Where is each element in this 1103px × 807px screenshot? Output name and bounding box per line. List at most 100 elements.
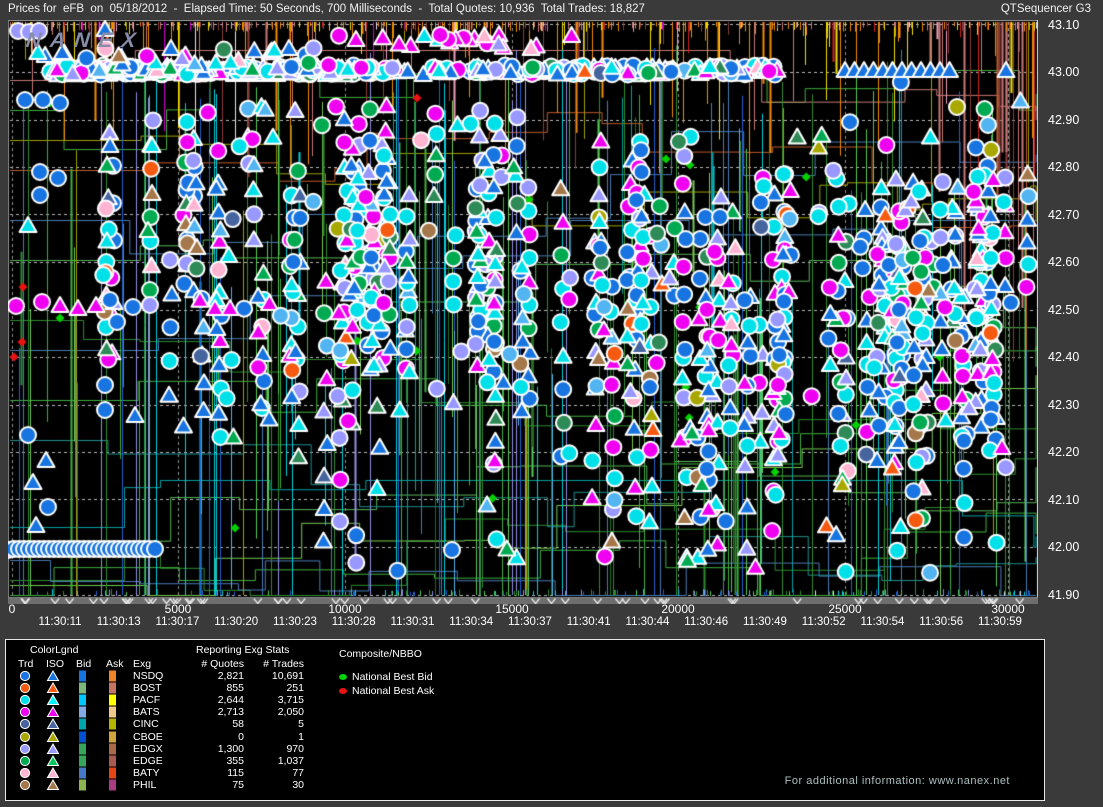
exchange-name: BATS [133, 706, 160, 718]
nanex-logo: NANEX [25, 29, 146, 53]
ask-swatch [106, 694, 120, 706]
exchange-name: PHIL [133, 779, 156, 791]
trade-count: 5 [244, 718, 304, 730]
trd-swatch [18, 731, 32, 743]
quote-count: 2,713 [184, 706, 244, 718]
iso-swatch [46, 767, 60, 779]
legend-row-bost: BOST855251 [6, 682, 306, 694]
y-axis-tick-label: 43.10 [1048, 18, 1098, 32]
y-axis-tick-label: 42.70 [1048, 208, 1098, 222]
trd-swatch [18, 718, 32, 730]
bid-swatch [76, 743, 90, 755]
x-axis-seq-label: 0 [0, 602, 47, 616]
iso-swatch [46, 718, 60, 730]
bid-swatch [76, 767, 90, 779]
exg-header: Exg [133, 658, 151, 670]
y-axis-tick-label: 42.40 [1048, 350, 1098, 364]
bid-swatch [76, 670, 90, 682]
legend-row-bats: BATS 2,7132,050 [6, 706, 306, 718]
trade-count: 1 [244, 731, 304, 743]
trade-count: 1,037 [244, 755, 304, 767]
quote-count: 75 [184, 779, 244, 791]
quote-count: 0 [184, 731, 244, 743]
bid-swatch [76, 755, 90, 767]
legend-row-phil: PHIL 7530 [6, 779, 306, 791]
legend-col-iso: ISO [46, 658, 64, 670]
iso-swatch [46, 682, 60, 694]
footer-url: For additional information: www.nanex.ne… [700, 775, 1010, 787]
trd-swatch [18, 682, 32, 694]
x-axis-seq-label: 10000 [310, 602, 380, 616]
trd-swatch [18, 694, 32, 706]
ask-swatch [106, 755, 120, 767]
legend-row-edge: EDGE3551,037 [6, 755, 306, 767]
quote-count: 2,821 [184, 670, 244, 682]
price-chart-canvas[interactable] [8, 20, 1038, 604]
trd-swatch [18, 767, 32, 779]
iso-swatch [46, 731, 60, 743]
exchange-name: CINC [133, 718, 159, 730]
bid-swatch [76, 718, 90, 730]
quotes-header: # Quotes [184, 658, 244, 670]
trade-count: 30 [244, 779, 304, 791]
ask-swatch [106, 767, 120, 779]
trade-count: 970 [244, 743, 304, 755]
exchange-name: PACF [133, 694, 160, 706]
x-axis-seq-label: 30000 [973, 602, 1043, 616]
legend-row-pacf: PACF 2,6443,715 [6, 694, 306, 706]
exchange-name: EDGE [133, 755, 163, 767]
iso-swatch [46, 694, 60, 706]
legend-col-ask: Ask [106, 658, 124, 670]
x-axis-seq-label: 5000 [143, 602, 213, 616]
composite-header: Composite/NBBO [339, 648, 422, 660]
bid-swatch [76, 731, 90, 743]
bid-swatch [76, 779, 90, 791]
y-axis-tick-label: 42.20 [1048, 445, 1098, 459]
stats-header: Reporting Exg Stats [196, 644, 289, 656]
best-bid-dot [339, 674, 347, 680]
legend-row-cboe: CBOE01 [6, 731, 306, 743]
legend-title: ColorLgnd [30, 644, 78, 656]
y-axis-tick-label: 43.00 [1048, 65, 1098, 79]
best-bid-label: National Best Bid [352, 671, 433, 683]
ask-swatch [106, 779, 120, 791]
trade-count: 251 [244, 682, 304, 694]
x-axis-time-label: 11:30:59 [960, 616, 1040, 628]
qtsequencer-window: Prices for eFB on 05/18/2012 - Elapsed T… [0, 0, 1103, 807]
bid-swatch [76, 682, 90, 694]
legend-row-cinc: CINC 585 [6, 718, 306, 730]
y-axis-tick-label: 42.10 [1048, 493, 1098, 507]
ask-swatch [106, 706, 120, 718]
title-bar: Prices for eFB on 05/18/2012 - Elapsed T… [0, 0, 1103, 20]
ask-swatch [106, 743, 120, 755]
iso-swatch [46, 755, 60, 767]
trade-count: 2,050 [244, 706, 304, 718]
exchange-name: BATY [133, 767, 160, 779]
trd-swatch [18, 743, 32, 755]
trades-header: # Trades [244, 658, 304, 670]
bid-swatch [76, 694, 90, 706]
quote-count: 1,300 [184, 743, 244, 755]
app-name: QTSequencer G3 [1001, 3, 1091, 15]
trade-count: 3,715 [244, 694, 304, 706]
quote-count: 2,644 [184, 694, 244, 706]
iso-swatch [46, 670, 60, 682]
trd-swatch [18, 670, 32, 682]
best-ask-label: National Best Ask [352, 685, 434, 697]
trd-swatch [18, 706, 32, 718]
best-ask-dot [339, 688, 347, 694]
ask-swatch [106, 670, 120, 682]
y-axis-tick-label: 42.60 [1048, 255, 1098, 269]
y-axis-tick-label: 42.80 [1048, 160, 1098, 174]
quote-count: 58 [184, 718, 244, 730]
trade-count: 10,691 [244, 670, 304, 682]
y-axis-tick-label: 41.90 [1048, 588, 1098, 602]
iso-swatch [46, 779, 60, 791]
bid-swatch [76, 706, 90, 718]
exchange-name: EDGX [133, 743, 163, 755]
legend-row-edgx: EDGX 1,300970 [6, 743, 306, 755]
quote-count: 115 [184, 767, 244, 779]
trade-count: 77 [244, 767, 304, 779]
trd-swatch [18, 755, 32, 767]
quote-count: 855 [184, 682, 244, 694]
